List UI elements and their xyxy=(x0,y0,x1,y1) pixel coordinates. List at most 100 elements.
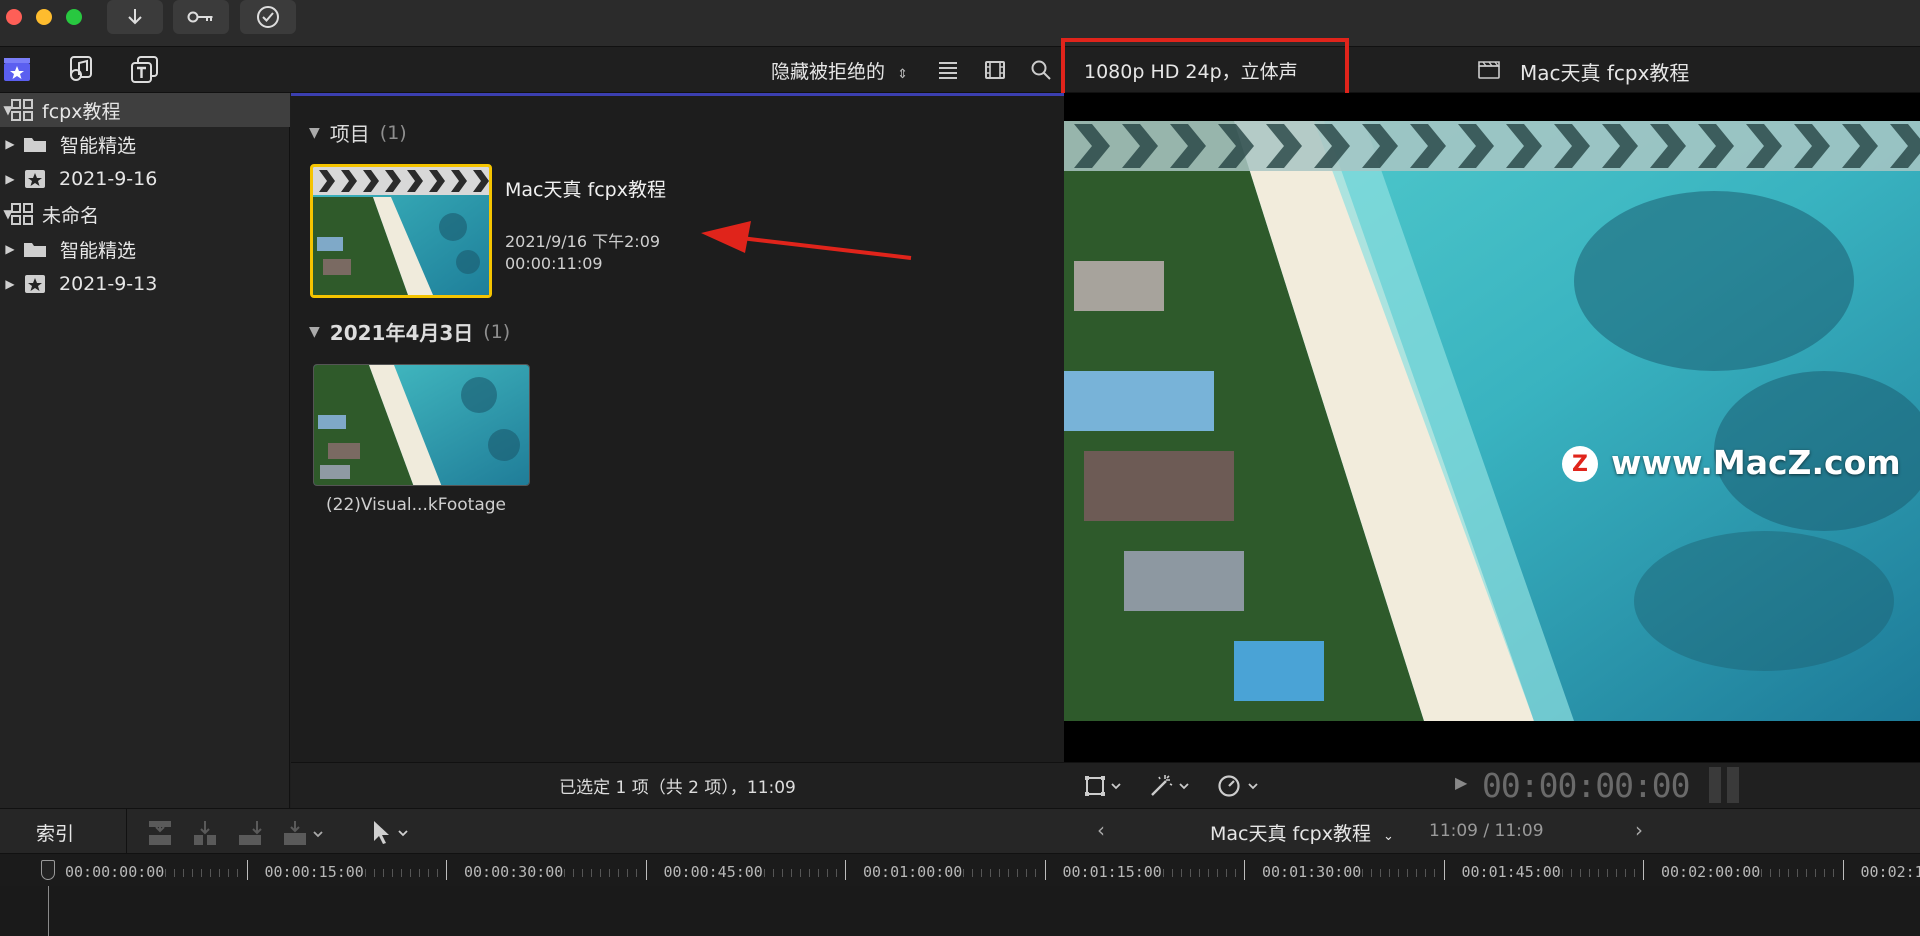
sidebar-item-event-2021-9-13[interactable]: ▶ 2021-9-13 xyxy=(0,267,290,301)
sidebar-item-label: fcpx教程 xyxy=(42,100,121,123)
arrow-down-icon xyxy=(128,9,142,25)
group-header-projects[interactable]: ▼ 项目 (1) xyxy=(309,118,407,147)
retime-menu[interactable] xyxy=(1217,773,1261,803)
photos-audio-button[interactable] xyxy=(62,53,96,85)
sidebar-item-smart-collection-1[interactable]: ▶ 智能精选 xyxy=(0,127,290,161)
disclosure-open-icon[interactable]: ▼ xyxy=(309,125,320,141)
overwrite-clip-button[interactable] xyxy=(280,819,330,851)
browser-status-bar: 已选定 1 项（共 2 项），11:09 xyxy=(291,762,1064,808)
timeline-forward-button[interactable]: › xyxy=(1635,818,1643,842)
filmstrip-toggle-button[interactable] xyxy=(984,59,1006,85)
ruler-minor-tick xyxy=(228,869,229,877)
ruler-minor-tick xyxy=(427,869,429,877)
sidebar-item-smart-collection-2[interactable]: ▶ 智能精选 xyxy=(0,232,290,266)
ruler-minor-tick xyxy=(382,869,384,877)
timeline-back-button[interactable]: ‹ xyxy=(1097,818,1105,842)
close-button[interactable] xyxy=(6,9,22,25)
ruler-minor-tick xyxy=(1008,869,1009,877)
append-clip-button[interactable] xyxy=(235,819,265,851)
ruler-label: 00:02:15:00 xyxy=(1860,863,1920,881)
disclosure-closed-icon[interactable]: ▶ xyxy=(2,137,18,151)
ruler-minor-tick xyxy=(799,869,801,877)
clip-thumbnail[interactable] xyxy=(313,364,530,486)
group-header-event-date[interactable]: ▼ 2021年4月3日 (1) xyxy=(309,317,510,346)
ruler-minor-tick xyxy=(1806,869,1807,877)
ruler-minor-tick xyxy=(1171,869,1173,877)
disclosure-open-icon[interactable]: ▼ xyxy=(309,324,320,340)
play-icon[interactable]: ▶ xyxy=(1455,773,1467,792)
titles-generators-button[interactable] xyxy=(127,53,161,85)
disclosure-closed-icon[interactable]: ▶ xyxy=(2,242,18,256)
search-icon xyxy=(1031,60,1051,80)
ruler-minor-tick xyxy=(183,869,184,877)
ruler-major-tick xyxy=(1244,860,1245,880)
transform-menu[interactable] xyxy=(1084,775,1124,801)
speedometer-icon xyxy=(1218,775,1258,797)
macz-logo-icon: Z xyxy=(1562,446,1598,482)
ruler-minor-tick xyxy=(817,869,819,877)
insert-clip-button[interactable] xyxy=(190,819,220,851)
ruler-major-tick xyxy=(1443,860,1445,880)
key-icon xyxy=(187,11,213,23)
timeline-project-menu[interactable]: Mac天真 fcpx教程 ⌄ xyxy=(1210,819,1394,846)
ruler-minor-tick xyxy=(210,869,211,877)
ruler-minor-tick xyxy=(165,869,166,877)
ruler-minor-tick xyxy=(436,869,438,877)
playhead-handle[interactable] xyxy=(41,860,55,880)
updown-chevron-icon: ⇕ xyxy=(897,67,908,82)
sidebar-item-library-untitled[interactable]: ▼ 未命名 xyxy=(0,197,290,231)
ruler-minor-tick xyxy=(582,869,583,877)
ruler-minor-tick xyxy=(1615,869,1617,877)
ruler-minor-tick xyxy=(564,869,565,877)
background-tasks-button[interactable] xyxy=(240,0,296,34)
ruler-major-tick xyxy=(446,860,447,880)
disclosure-closed-icon[interactable]: ▶ xyxy=(2,172,18,186)
sidebar-item-label: 未命名 xyxy=(42,204,100,227)
ruler-minor-tick xyxy=(1225,869,1227,877)
audio-meters[interactable] xyxy=(1709,767,1741,803)
group-count: (1) xyxy=(379,121,407,144)
ruler-label: 00:00:30:00 xyxy=(464,863,564,881)
final-cut-pro-window: 隐藏被拒绝的 ⇕ 1080p HD 24p，立体声 Mac天真 fcpx教程 ▼… xyxy=(0,0,1920,936)
magic-wand-icon xyxy=(1151,775,1189,796)
tool-select-menu[interactable] xyxy=(368,818,412,850)
ruler-minor-tick xyxy=(1216,869,1218,877)
viewer-format-label: 1080p HD 24p，立体声 xyxy=(1084,61,1298,83)
ruler-label: 00:02:00:00 xyxy=(1661,863,1761,881)
ruler-minor-tick xyxy=(1588,869,1590,877)
playhead-line[interactable] xyxy=(48,886,49,936)
timeline-index-button[interactable]: 索引 xyxy=(36,819,74,846)
ruler-label: 00:00:00:00 xyxy=(65,863,165,881)
ruler-minor-tick xyxy=(1407,869,1408,877)
ruler-minor-tick xyxy=(999,869,1000,877)
disclosure-closed-icon[interactable]: ▶ xyxy=(2,277,18,291)
timeline-area[interactable] xyxy=(0,886,1920,936)
project-thumbnail[interactable] xyxy=(310,164,492,298)
ruler-minor-tick xyxy=(400,869,402,877)
list-view-icon xyxy=(939,62,957,79)
connect-clip-button[interactable] xyxy=(145,819,175,851)
timeline-ruler[interactable]: 00:00:00:00 00:00:15:00 00:00:30:00 00:00:4… xyxy=(0,854,1920,886)
enhance-menu[interactable] xyxy=(1148,773,1192,803)
ruler-major-tick xyxy=(1044,860,1046,880)
zoom-button[interactable] xyxy=(66,9,82,25)
ruler-minor-tick xyxy=(192,869,193,877)
ruler-minor-tick xyxy=(1398,869,1399,877)
viewer-timecode[interactable]: 00:00:00:00 xyxy=(1482,766,1691,805)
keyword-button[interactable] xyxy=(173,0,229,34)
insert-edit-icon xyxy=(194,821,216,845)
title-t-icon xyxy=(131,56,158,83)
ruler-minor-tick xyxy=(1597,869,1599,877)
ruler-minor-tick xyxy=(201,869,202,877)
minimize-button[interactable] xyxy=(36,9,52,25)
sidebar-item-library-fcpx[interactable]: ▼ fcpx教程 xyxy=(0,93,290,127)
search-button[interactable] xyxy=(1030,59,1052,85)
import-button[interactable] xyxy=(107,0,163,34)
ruler-minor-tick xyxy=(1570,869,1572,877)
libraries-button[interactable] xyxy=(0,53,34,85)
filter-popup[interactable]: 隐藏被拒绝的 ⇕ xyxy=(771,57,908,84)
sidebar-item-event-2021-9-16[interactable]: ▶ 2021-9-16 xyxy=(0,162,290,196)
clip-appearance-button[interactable] xyxy=(937,59,959,85)
music-note-icon xyxy=(70,56,92,81)
clip-name: (22)Visual...kFootage xyxy=(326,495,507,515)
